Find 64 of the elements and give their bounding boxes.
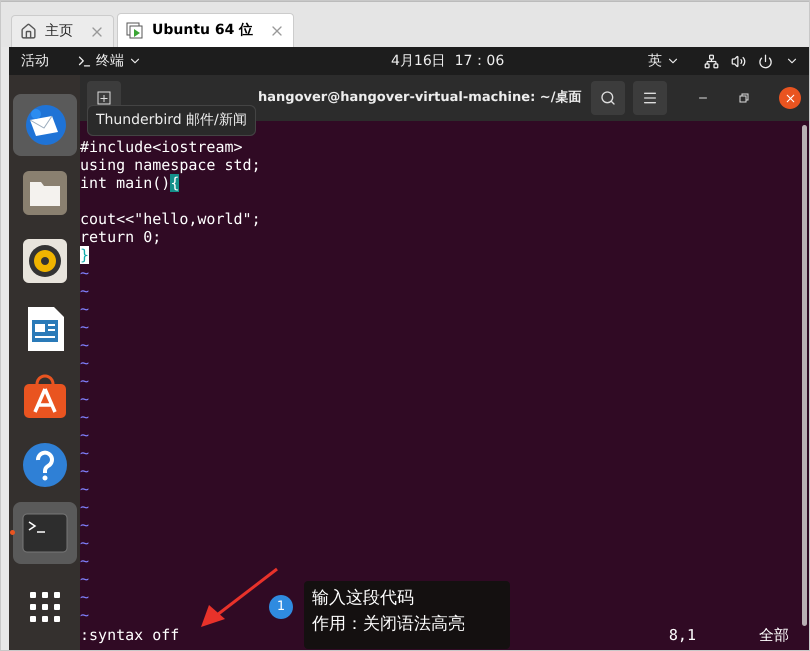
code-line: int main() [80, 174, 170, 192]
tooltip: Thunderbird 邮件/新闻 [87, 105, 256, 136]
help-icon [22, 442, 68, 488]
code-line: using namespace std; [80, 156, 261, 174]
search-icon [600, 90, 616, 106]
dock-item[interactable] [12, 94, 76, 156]
scrollbar[interactable] [802, 125, 807, 626]
terminal-icon [22, 513, 68, 553]
matching-bracket: { [170, 174, 180, 192]
code-line: #include<iostream> [80, 138, 243, 156]
cursor: } [80, 246, 90, 264]
search-button[interactable] [591, 81, 625, 115]
empty-line-marker: ~ [80, 498, 90, 516]
empty-line-marker: ~ [80, 300, 90, 318]
empty-line-marker: ~ [80, 282, 90, 300]
callout-text: 作用：关闭语法高亮 [312, 613, 466, 635]
close-icon [784, 92, 796, 104]
browser-tab[interactable]: 主页 [11, 15, 114, 47]
activities-button[interactable]: 活动 [21, 50, 49, 72]
cursor-position: 8,1 [668, 626, 696, 644]
empty-line-marker: ~ [80, 606, 90, 624]
folder-icon [22, 170, 68, 216]
menu-button[interactable] [633, 81, 667, 115]
empty-line-marker: ~ [80, 444, 90, 462]
clock[interactable]: 4月16日 17：06 [391, 50, 504, 72]
app-grid-icon[interactable] [28, 591, 60, 623]
empty-line-marker: ~ [80, 408, 90, 426]
code-line: cout<<"hello,world"; [80, 210, 261, 228]
power-icon[interactable] [758, 54, 773, 68]
close-button[interactable] [779, 87, 801, 109]
command-line: :syntax off [80, 626, 180, 644]
home-icon [20, 23, 37, 40]
empty-line-marker: ~ [80, 264, 90, 282]
empty-line-marker: ~ [80, 354, 90, 372]
shopping-bag-icon [22, 374, 68, 420]
add-tab-icon [97, 91, 111, 105]
empty-line-marker: ~ [80, 318, 90, 336]
empty-line-marker: ~ [80, 588, 90, 606]
empty-line-marker: ~ [80, 534, 90, 552]
empty-line-marker: ~ [80, 336, 90, 354]
speaker-icon [22, 238, 68, 284]
callout-text: 输入这段代码 [312, 587, 415, 609]
browser-tab[interactable]: Ubuntu 64 位 [117, 13, 294, 47]
app-menu[interactable]: 终端 [77, 50, 142, 72]
empty-line-marker: ~ [80, 570, 90, 588]
restore-icon[interactable] [739, 93, 749, 103]
vm-play-icon [126, 22, 144, 40]
tab-label: 主页 [45, 22, 73, 41]
menu-icon [642, 90, 658, 106]
code-line: return 0; [80, 228, 162, 246]
network-icon[interactable] [704, 54, 719, 68]
scroll-position: 全部 [759, 626, 789, 644]
empty-line-marker: ~ [80, 426, 90, 444]
empty-line-marker: ~ [80, 552, 90, 570]
empty-line-marker: ~ [80, 390, 90, 408]
empty-line-marker: ~ [80, 480, 90, 498]
empty-line-marker: ~ [80, 462, 90, 480]
empty-line-marker: ~ [80, 516, 90, 534]
window-title: hangover@hangover-virtual-machine: ~/桌面 [258, 89, 582, 108]
tab-label: Ubuntu 64 位 [152, 21, 254, 40]
terminal-icon [77, 54, 92, 68]
input-method-menu[interactable]: 英 [648, 50, 680, 72]
volume-icon[interactable] [731, 54, 746, 68]
empty-line-marker: ~ [80, 372, 90, 390]
